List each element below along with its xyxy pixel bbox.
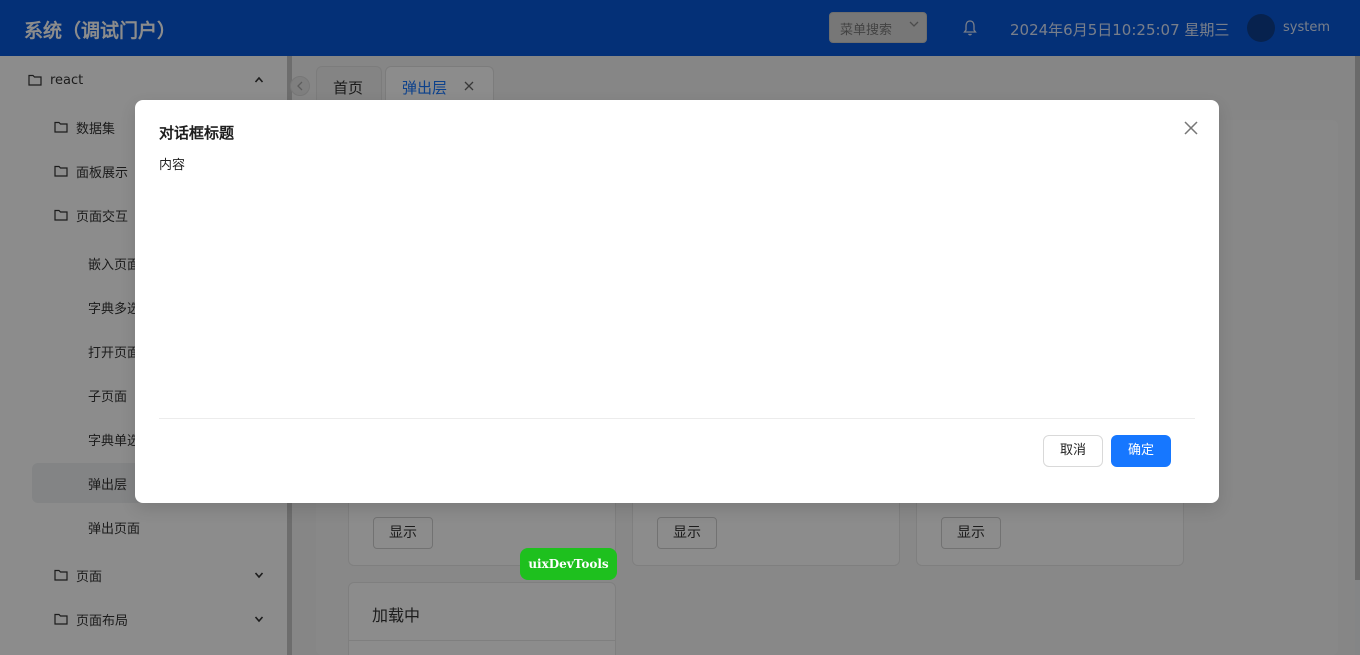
cancel-button[interactable]: 取消 bbox=[1043, 435, 1103, 467]
dialog-body: 内容 bbox=[159, 158, 186, 173]
ok-button[interactable]: 确定 bbox=[1111, 435, 1171, 467]
devtools-button[interactable]: uixDevTools bbox=[520, 548, 617, 580]
dialog-divider bbox=[159, 418, 1195, 419]
dialog: 对话框标题 内容 取消 确定 bbox=[135, 100, 1219, 503]
close-icon[interactable] bbox=[1183, 120, 1199, 136]
dialog-title: 对话框标题 bbox=[159, 124, 235, 142]
